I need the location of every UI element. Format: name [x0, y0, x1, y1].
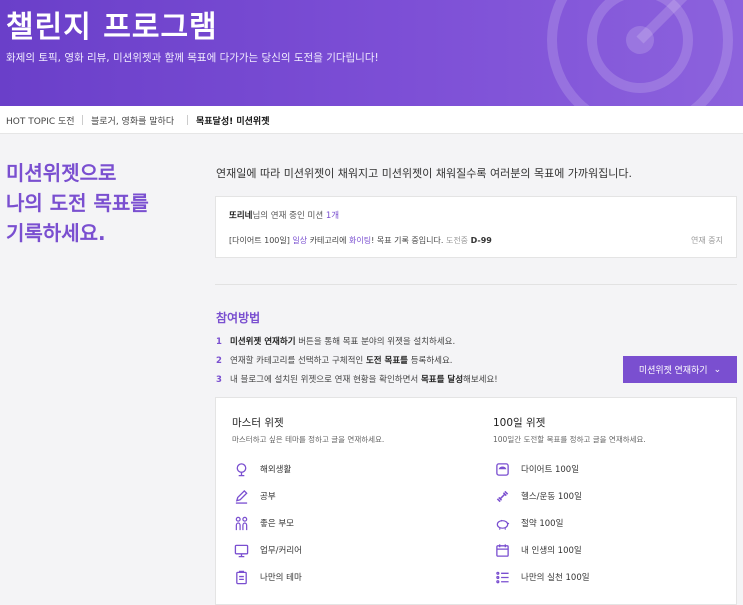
widget-item-label: 업무/커리어: [260, 546, 302, 556]
pencil-icon: [232, 487, 250, 505]
progress-value: D-99: [470, 236, 492, 245]
mission-suffix: ! 목표 기록 중입니다.: [371, 236, 444, 245]
master-widget-subtitle: 마스터하고 싶은 테마를 정하고 글을 연재하세요.: [232, 435, 385, 444]
user-name: 또리네: [229, 211, 253, 221]
step-number: 2: [216, 356, 222, 366]
widget-item-study[interactable]: 공부: [232, 487, 276, 505]
step-bold: 목표를 달성: [420, 375, 464, 385]
mission-count-text: 님의 연재 중인 미션: [252, 211, 324, 221]
how-to-title: 참여방법: [216, 311, 261, 325]
start-mission-widget-button[interactable]: 미션위젯 연재하기 ⌄: [623, 356, 737, 383]
scale-icon: [493, 460, 511, 478]
checklist-icon: [493, 568, 511, 586]
mission-status-card: 또리네님의 연재 중인 미션 1개 [다이어트 100일] 일상 카테고리에 화…: [215, 196, 737, 258]
step-text: 내 블로그에 설치된 위젯으로 연재 현황을 확인하면서: [230, 375, 419, 385]
step-number: 3: [216, 375, 222, 385]
hundred-widget-subtitle: 100일간 도전할 목표를 정하고 글을 연재하세요.: [493, 435, 646, 444]
step-text: 해보세요!: [463, 375, 498, 385]
calendar-icon: [493, 541, 511, 559]
widget-item-parent[interactable]: 좋은 부모: [232, 514, 294, 532]
hero-banner: 챌린지 프로그램 화제의 토픽, 영화 리뷰, 미션위젯과 함께 목표에 다가가…: [0, 0, 743, 106]
progress-label: 도전중: [445, 236, 469, 245]
target-arrow-icon: [547, 0, 733, 106]
mission-count-line: 또리네님의 연재 중인 미션 1개: [229, 209, 339, 221]
master-widget-title: 마스터 위젯: [232, 417, 284, 429]
step-bold: 도전 목표를: [365, 356, 408, 366]
widget-item-overseas[interactable]: 해외생활: [232, 460, 291, 478]
nav-divider: [82, 115, 83, 125]
hundred-widget-title: 100일 위젯: [493, 417, 546, 429]
nav-item-mission-widget[interactable]: 목표달성! 미션위젯: [196, 114, 269, 127]
mission-name: [다이어트 100일]: [229, 236, 290, 245]
widget-item-label: 공부: [260, 492, 276, 502]
widget-item-label: 헬스/운동 100일: [521, 492, 582, 502]
step-item: 1 미션위젯 연재하기 버튼을 통해 목표 분야의 위젯을 설치하세요.: [216, 335, 455, 347]
lead-line: 나의 도전 목표를: [6, 191, 149, 215]
button-label: 미션위젯 연재하기: [638, 365, 708, 375]
widget-item-label: 나만의 테마: [260, 573, 302, 583]
globe-pin-icon: [232, 460, 250, 478]
step-text: 버튼을 통해 목표 분야의 위젯을 설치하세요.: [298, 337, 456, 347]
step-item: 2 연재할 카테고리를 선택하고 구체적인 도전 목표를 등록하세요.: [216, 354, 453, 366]
dumbbell-icon: [493, 487, 511, 505]
lead-heading: 미션위젯으로 나의 도전 목표를 기록하세요.: [6, 158, 149, 248]
step-item: 3 내 블로그에 설치된 위젯으로 연재 현황을 확인하면서 목표를 달성해보세요…: [216, 373, 498, 385]
widget-item-saving[interactable]: 절약 100일: [493, 514, 563, 532]
chevron-down-icon: ⌄: [713, 364, 722, 374]
monitor-icon: [232, 541, 250, 559]
widget-item-label: 다이어트 100일: [521, 465, 580, 475]
piggy-bank-icon: [493, 514, 511, 532]
hero-subtitle: 화제의 토픽, 영화 리뷰, 미션위젯과 함께 목표에 다가가는 당신의 도전을…: [6, 52, 379, 64]
clipboard-icon: [232, 568, 250, 586]
widget-item-label: 절약 100일: [521, 519, 564, 529]
widget-list-card: 마스터 위젯 마스터하고 싶은 테마를 정하고 글을 연재하세요. 100일 위…: [215, 397, 737, 605]
cheer-text: 화이팅: [349, 236, 372, 245]
step-text: 등록하세요.: [410, 356, 453, 366]
widget-item-label: 해외생활: [260, 465, 292, 475]
stop-series-link[interactable]: 연재 중지: [691, 235, 723, 246]
mission-category[interactable]: 일상: [292, 236, 307, 245]
widget-item-label: 좋은 부모: [260, 519, 294, 529]
lead-line: 미션위젯으로: [6, 161, 117, 185]
step-text: 연재할 카테고리를 선택하고 구체적인: [230, 356, 364, 366]
widget-item-fitness[interactable]: 헬스/운동 100일: [493, 487, 582, 505]
challenge-nav: HOT TOPIC 도전 블로거, 영화를 말하다 목표달성! 미션위젯: [0, 106, 743, 134]
widget-item-label: 나만의 실천 100일: [521, 573, 590, 583]
nav-item-hot-topic[interactable]: HOT TOPIC 도전: [6, 114, 75, 127]
category-suffix: 카테고리에: [309, 236, 347, 245]
widget-item-my-practice[interactable]: 나만의 실천 100일: [493, 568, 590, 586]
section-divider: [215, 284, 737, 285]
mission-count: 1개: [325, 211, 340, 221]
page-title: 챌린지 프로그램: [6, 10, 218, 45]
nav-divider: [187, 115, 188, 125]
family-icon: [232, 514, 250, 532]
widget-item-diet[interactable]: 다이어트 100일: [493, 460, 579, 478]
widget-item-my-theme[interactable]: 나만의 테마: [232, 568, 302, 586]
widget-item-label: 내 인생의 100일: [521, 546, 582, 556]
widget-item-career[interactable]: 업무/커리어: [232, 541, 302, 559]
lead-line: 기록하세요.: [6, 221, 106, 245]
mission-detail-line: [다이어트 100일] 일상 카테고리에 화이팅! 목표 기록 중입니다. 도전…: [229, 235, 492, 246]
nav-item-movie[interactable]: 블로거, 영화를 말하다: [91, 114, 174, 127]
step-bold: 미션위젯 연재하기: [230, 337, 296, 347]
widget-item-my-life[interactable]: 내 인생의 100일: [493, 541, 582, 559]
description: 연재일에 따라 미션위젯이 채워지고 미션위젯이 채워질수록 여러분의 목표에 …: [216, 167, 633, 180]
step-number: 1: [216, 337, 222, 347]
